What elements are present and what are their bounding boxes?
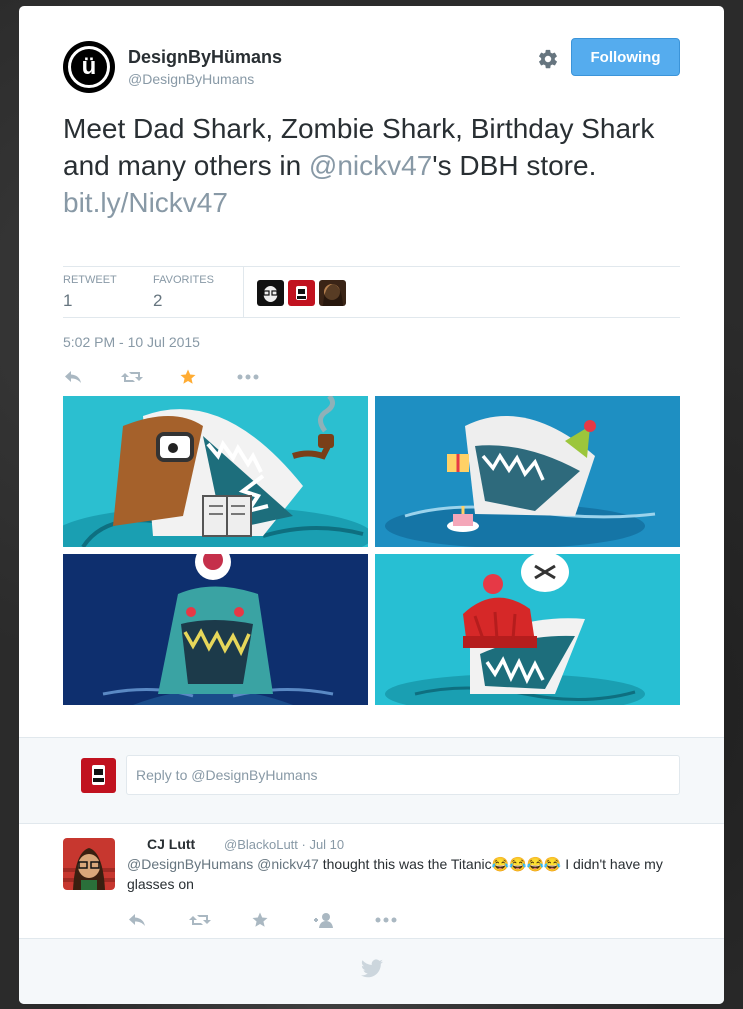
dad-shark-illustration [63,396,368,547]
favoriter-avatar[interactable] [319,280,346,306]
reply-action[interactable] [63,366,121,388]
reply-favorite-action[interactable] [251,909,313,931]
add-user-icon [314,913,333,928]
reply-author-meta[interactable]: @BlackoLutt · Jul 10 [224,837,344,852]
reply-tweet: CJ Lutt @BlackoLutt · Jul 10 @DesignByHu… [19,824,724,939]
tweet-text-after: 's DBH store. [432,150,597,181]
media-grid [63,396,680,705]
reply-input[interactable]: Reply to @DesignByHumans [126,755,680,795]
twitter-bird-icon[interactable] [360,957,384,981]
avatar-logo: ü [68,46,110,88]
retweet-stat[interactable]: RETWEET 1 [63,274,117,311]
favoriters-avatars [257,280,346,306]
retweet-stat-label: RETWEET [63,274,117,286]
winter-shark-illustration [385,554,645,705]
reply-actions [127,909,437,931]
favorites-stat-label: FAVORITES [153,274,214,286]
reply-icon [129,914,145,926]
tweet-actions [63,366,295,388]
reply-mention-1[interactable]: @DesignByHumans [127,856,253,872]
media-dad-shark[interactable] [63,396,368,547]
account-avatar[interactable]: ü [63,41,115,93]
more-icon [237,374,259,380]
media-birthday-shark[interactable] [375,396,680,547]
account-handle[interactable]: @DesignByHumans [128,71,254,87]
retweet-icon [189,915,211,925]
tweet-text: Meet Dad Shark, Zombie Shark, Birthday S… [63,110,663,221]
favorites-count: 2 [153,291,163,310]
retweet-icon [121,372,143,382]
birthday-shark-illustration [385,416,656,547]
favorite-icon [180,369,196,384]
reply-reply-action[interactable] [127,909,189,931]
retweet-count: 1 [63,291,73,310]
tweet-mention[interactable]: @nickv47 [309,150,432,181]
stats-divider [243,267,244,317]
tweet-stats: RETWEET 1 FAVORITES 2 [63,266,680,318]
reply-retweet-action[interactable] [189,909,251,931]
favoriter-avatar[interactable] [257,280,284,306]
tweet-footer [19,939,724,1004]
more-action[interactable] [237,366,295,388]
gear-icon[interactable] [537,48,559,70]
more-icon [375,917,397,923]
reply-mention-2[interactable]: @nickv47 [257,856,319,872]
tweet-card: ü DesignByHümans @DesignByHumans Followi… [19,6,724,1004]
reply-author-avatar[interactable] [63,838,115,890]
reply-follow-action[interactable] [313,909,375,931]
media-winter-shark[interactable] [375,554,680,705]
favoriter-avatar[interactable] [288,280,315,306]
tweet-header: ü DesignByHümans @DesignByHumans Followi… [63,38,680,94]
reply-author-name[interactable]: CJ Lutt [147,836,195,852]
current-user-avatar [81,758,116,793]
retweet-action[interactable] [121,366,179,388]
following-button[interactable]: Following [571,38,680,76]
account-name[interactable]: DesignByHümans [128,47,282,68]
zombie-shark-illustration [102,554,334,705]
reply-text: @DesignByHumans @nickv47 thought this wa… [127,854,687,894]
favorite-icon [252,912,268,927]
favorites-stat[interactable]: FAVORITES 2 [153,274,214,311]
favorite-action[interactable] [179,366,237,388]
tweet-link[interactable]: bit.ly/Nickv47 [63,184,663,221]
media-zombie-shark[interactable] [63,554,368,705]
reply-more-action[interactable] [375,909,437,931]
reply-bar: Reply to @DesignByHumans [19,737,724,824]
reply-icon [65,371,81,383]
tweet-timestamp[interactable]: 5:02 PM - 10 Jul 2015 [63,334,200,350]
